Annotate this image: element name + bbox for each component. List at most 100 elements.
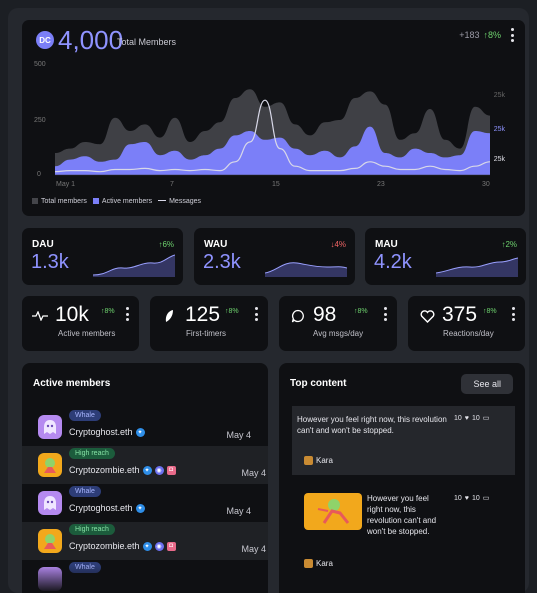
content-reactions: 10 ♥ 10 ▭: [454, 414, 490, 423]
panel-title: Top content: [290, 378, 347, 389]
likes-count: 10: [454, 494, 462, 502]
stat-value: 10k: [55, 303, 89, 326]
x-tick-label: 15: [272, 181, 280, 188]
dau-card: DAU 1.3k ↑6%: [22, 228, 183, 285]
mau-sparkline: [436, 257, 518, 277]
reactions-stat: 375 ↑8% Reactions/day: [408, 296, 525, 351]
see-all-button[interactable]: See all: [461, 374, 513, 394]
twitter-icon: ✦: [142, 541, 152, 551]
content-author[interactable]: Kara: [304, 559, 333, 568]
chat-bubble-icon: [291, 309, 304, 323]
wau-sparkline: [265, 262, 347, 277]
metric-change: ↑2%: [501, 240, 517, 249]
content-text: However you feel right now, this revolut…: [297, 415, 447, 435]
twitter-icon: ✦: [135, 427, 145, 437]
avatar: [38, 491, 62, 515]
panel-title: Active members: [33, 378, 111, 389]
twitter-icon: ✦: [135, 503, 145, 513]
activity-icon: [32, 311, 48, 321]
metric-name: WAU: [204, 239, 228, 250]
twitter-icon: ✦: [142, 465, 152, 475]
list-item[interactable]: Whale Cryptoghost.eth ✦ May 4: [22, 408, 257, 446]
heart-icon: ♥: [464, 414, 469, 422]
content-text: However you feel right now, this revolut…: [367, 494, 437, 536]
metric-change: ↑6%: [158, 240, 174, 249]
list-item[interactable]: Whale Cryptoghost.eth ✦ May 4: [22, 484, 257, 522]
comment-icon: ▭: [482, 495, 490, 502]
stat-value: 125: [185, 303, 221, 326]
member-date: May 4: [241, 544, 266, 554]
instagram-icon: ◘: [166, 465, 176, 475]
metric-value: 4.2k: [374, 251, 412, 273]
member-date: May 4: [226, 430, 251, 440]
avatar: [38, 453, 62, 477]
stat-label: Active members: [58, 329, 116, 338]
avatar: [38, 529, 62, 553]
legend-total[interactable]: Total members: [32, 198, 87, 205]
avatar: [38, 415, 62, 439]
x-tick-label: 30: [482, 181, 490, 188]
stat-change: ↑8%: [354, 308, 368, 315]
metric-name: MAU: [375, 239, 398, 250]
dau-sparkline: [93, 254, 175, 277]
stat-change: ↑8%: [225, 308, 239, 315]
avg-msgs-stat: 98 ↑8% Avg msgs/day: [279, 296, 397, 351]
list-fade: [22, 565, 268, 593]
x-tick-label: May 1: [56, 181, 76, 188]
stat-change: ↑8%: [483, 308, 497, 315]
discord-icon: ◉: [154, 541, 164, 551]
metric-change: ↓4%: [330, 240, 346, 249]
member-name[interactable]: Cryptoghost.eth ✦: [69, 503, 145, 513]
content-reactions: 10 ♥ 10 ▭: [454, 494, 490, 503]
likes-count: 10: [454, 414, 462, 422]
content-item[interactable]: However you feel right now, this revolut…: [292, 406, 515, 475]
more-options-icon[interactable]: [511, 307, 515, 321]
comment-icon: ▭: [482, 415, 490, 422]
first-timers-stat: 125 ↑8% First-timers: [150, 296, 268, 351]
high-reach-tag: High reach: [69, 524, 115, 535]
more-options-icon[interactable]: [125, 307, 129, 321]
whale-tag: Whale: [69, 486, 101, 497]
stat-value: 98: [313, 303, 337, 326]
active-members-stat: 10k ↑8% Active members: [22, 296, 139, 351]
metric-value: 2.3k: [203, 251, 241, 273]
metric-name: DAU: [32, 239, 54, 250]
stat-label: Reactions/day: [443, 329, 494, 338]
heart-icon: [420, 310, 435, 323]
top-content-panel: Top content See all However you feel rig…: [279, 363, 525, 593]
mau-card: MAU 4.2k ↑2%: [365, 228, 526, 285]
instagram-icon: ◘: [166, 541, 176, 551]
high-reach-tag: High reach: [69, 448, 115, 459]
metric-value: 1.3k: [31, 251, 69, 273]
wau-card: WAU 2.3k ↓4%: [194, 228, 355, 285]
stat-value: 375: [442, 303, 478, 326]
member-name[interactable]: Cryptozombie.eth ✦ ◉ ◘: [69, 541, 176, 551]
content-thumbnail: [304, 493, 362, 530]
content-author[interactable]: Kara: [304, 456, 333, 465]
member-date: May 4: [226, 506, 251, 516]
whale-tag: Whale: [69, 410, 101, 421]
discord-icon: ◉: [154, 465, 164, 475]
total-members-card: DC 4,000 Total Members +183 ↑8% 500 250 …: [22, 20, 525, 216]
author-avatar: [304, 559, 313, 568]
legend-messages[interactable]: Messages: [158, 198, 201, 205]
chart-legend: Total members Active members Messages: [32, 198, 201, 205]
comments-count: 10: [471, 494, 480, 502]
stat-label: Avg msgs/day: [313, 329, 364, 338]
x-tick-label: 23: [377, 181, 385, 188]
member-name[interactable]: Cryptoghost.eth ✦: [69, 427, 145, 437]
list-item[interactable]: High reach Cryptozombie.eth ✦ ◉ ◘ May 4: [22, 446, 268, 484]
author-avatar: [304, 456, 313, 465]
stat-label: First-timers: [186, 329, 226, 338]
member-name[interactable]: Cryptozombie.eth ✦ ◉ ◘: [69, 465, 176, 475]
heart-icon: ♥: [464, 494, 469, 502]
list-item[interactable]: High reach Cryptozombie.eth ✦ ◉ ◘ May 4: [22, 522, 268, 560]
more-options-icon[interactable]: [383, 307, 387, 321]
member-date: May 4: [241, 468, 266, 478]
active-members-panel: Active members Whale Cryptoghost.eth ✦ Ma…: [22, 363, 268, 593]
comments-count: 10: [471, 414, 480, 422]
stat-change: ↑8%: [101, 308, 115, 315]
legend-active[interactable]: Active members: [92, 198, 152, 205]
leaf-icon: [165, 310, 173, 322]
more-options-icon[interactable]: [254, 307, 258, 321]
